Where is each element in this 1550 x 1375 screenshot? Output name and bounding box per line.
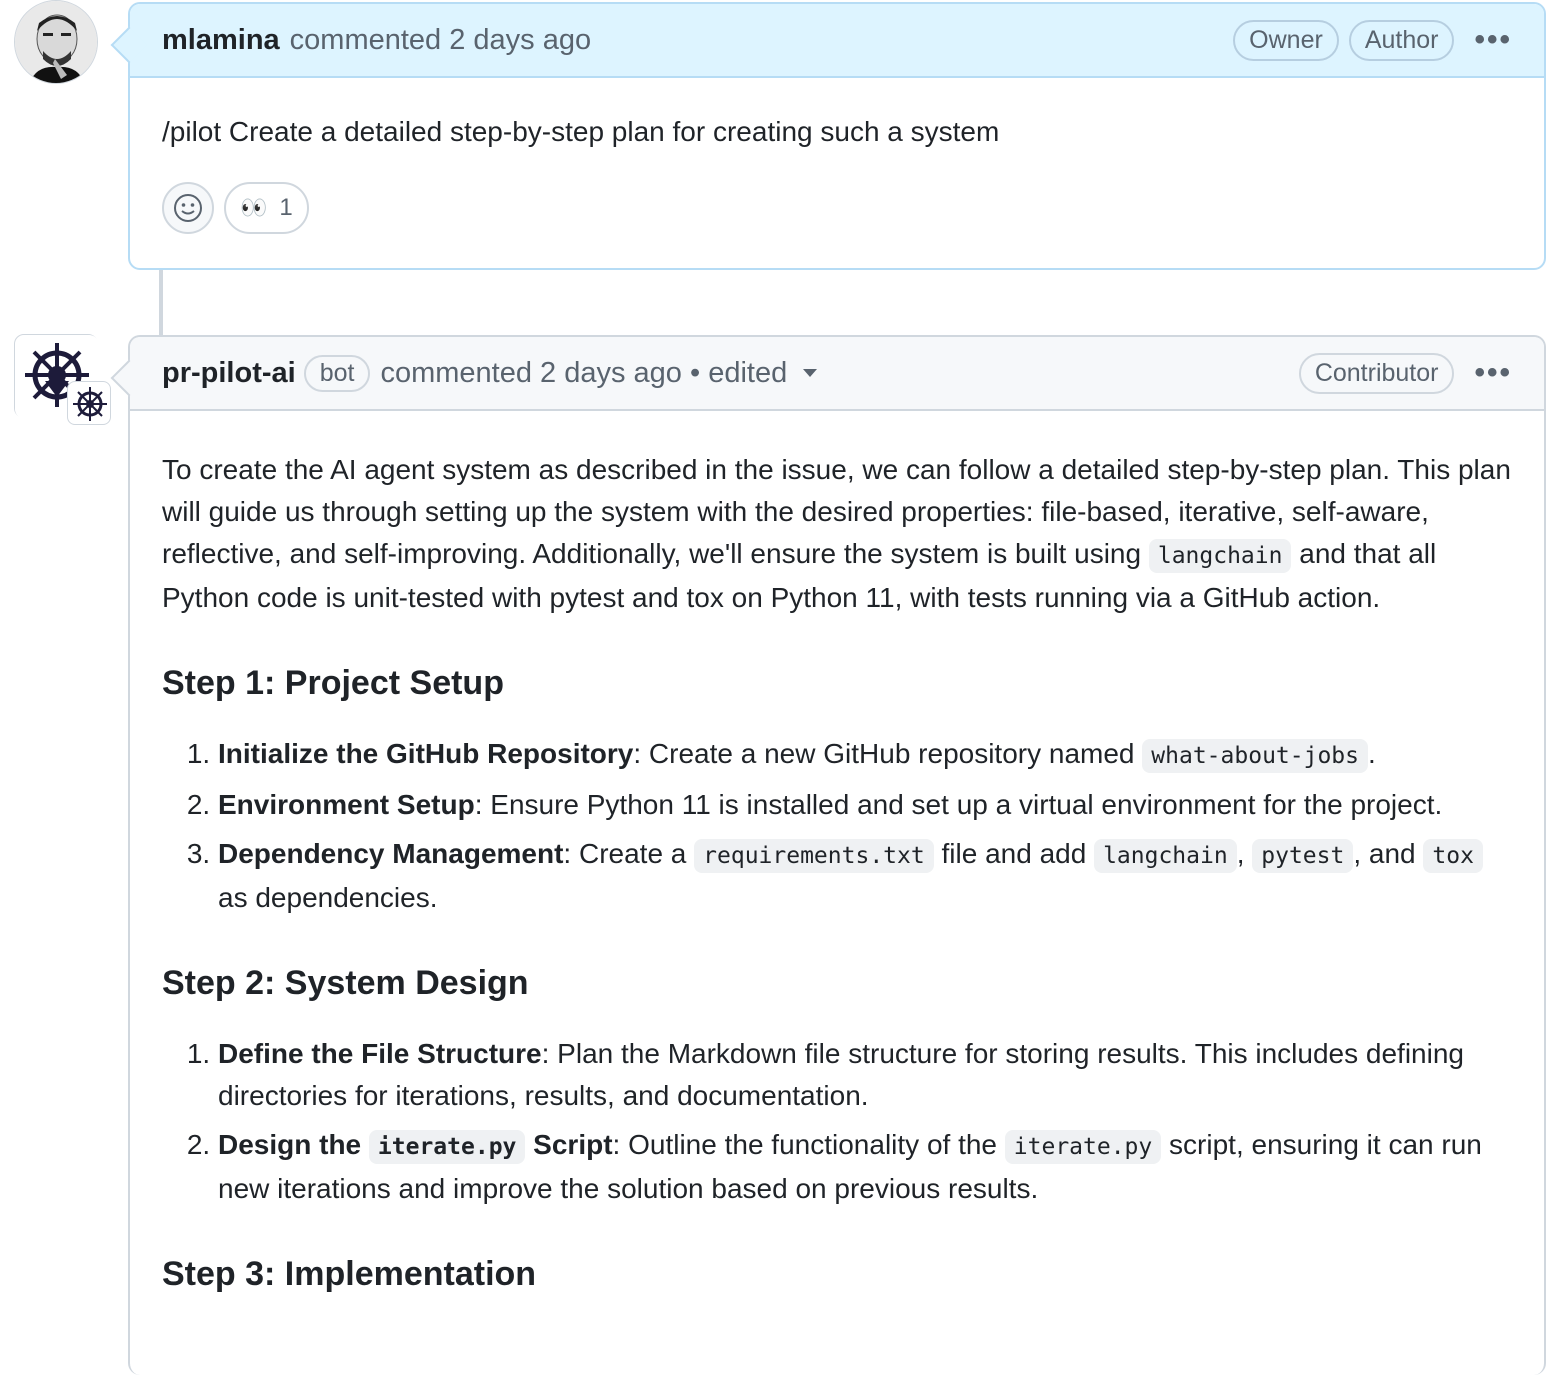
comment-body: /pilot Create a detailed step-by-step pl…: [130, 78, 1544, 234]
owner-badge: Owner: [1233, 19, 1339, 61]
author-badge: Author: [1348, 19, 1455, 61]
smiley-icon: [174, 194, 202, 222]
list-item: Environment Setup: Ensure Python 11 is i…: [218, 784, 1512, 826]
step2-heading: Step 2: System Design: [162, 964, 529, 1002]
more-options-icon[interactable]: •••: [1474, 23, 1512, 57]
bot-label: bot: [303, 354, 371, 392]
inline-code: what-about-jobs: [1142, 739, 1369, 773]
more-options-icon[interactable]: •••: [1474, 356, 1512, 390]
edit-history-chevron-down-icon[interactable]: [803, 369, 818, 377]
comment-text: /pilot Create a detailed step-by-step pl…: [162, 116, 1000, 147]
inline-code: pytest: [1252, 839, 1354, 873]
inline-code: langchain: [1148, 539, 1292, 573]
list-item: Initialize the GitHub Repository: Create…: [218, 733, 1512, 777]
eyes-emoji-icon: 👀: [240, 195, 268, 220]
comment-card-owner: mlamina commented 2 days ago Owner Autho…: [110, 2, 1546, 270]
step2-list: Define the File Structure: Plan the Mark…: [162, 1033, 1512, 1210]
inline-code: langchain: [1094, 839, 1237, 873]
comment-header: pr-pilot-ai bot commented 2 days ago • e…: [130, 337, 1544, 411]
avatar-mlamina[interactable]: [14, 0, 98, 84]
comment-timestamp[interactable]: commented 2 days ago • edited: [380, 357, 787, 390]
comment-author-link[interactable]: mlamina: [162, 24, 280, 57]
avatar-pr-pilot-ai[interactable]: [14, 334, 111, 425]
contributor-badge: Contributor: [1298, 352, 1455, 394]
list-item: Design the iterate.py Script: Outline th…: [218, 1124, 1512, 1210]
eyes-reaction-button[interactable]: 👀 1: [224, 182, 309, 234]
list-item: Dependency Management: Create a requirem…: [218, 833, 1512, 919]
user-avatar-icon: [15, 1, 97, 83]
list-item: Define the File Structure: Plan the Mark…: [218, 1033, 1512, 1117]
step1-list: Initialize the GitHub Repository: Create…: [162, 733, 1512, 919]
bot-badge-avatar: [67, 381, 111, 425]
comment-author-link[interactable]: pr-pilot-ai: [162, 357, 296, 390]
reaction-count: 1: [279, 194, 293, 221]
add-reaction-button[interactable]: [162, 182, 214, 234]
inline-code: iterate.py: [368, 1130, 526, 1164]
comment-card-bot: pr-pilot-ai bot commented 2 days ago • e…: [110, 335, 1546, 1375]
ship-wheel-small-icon: [73, 387, 107, 421]
step3-heading: Step 3: Implementation: [162, 1255, 537, 1293]
comment-timestamp[interactable]: commented 2 days ago: [290, 24, 591, 57]
reactions-bar: 👀 1: [162, 182, 1512, 234]
comment-header: mlamina commented 2 days ago Owner Autho…: [130, 4, 1544, 78]
timeline-connector: [159, 268, 163, 338]
inline-code: requirements.txt: [694, 839, 934, 873]
intro-paragraph: To create the AI agent system as describ…: [162, 454, 1511, 613]
step1-heading: Step 1: Project Setup: [162, 664, 504, 702]
inline-code: iterate.py: [1004, 1130, 1162, 1164]
comment-body: To create the AI agent system as describ…: [130, 411, 1544, 1304]
inline-code: tox: [1423, 839, 1483, 873]
